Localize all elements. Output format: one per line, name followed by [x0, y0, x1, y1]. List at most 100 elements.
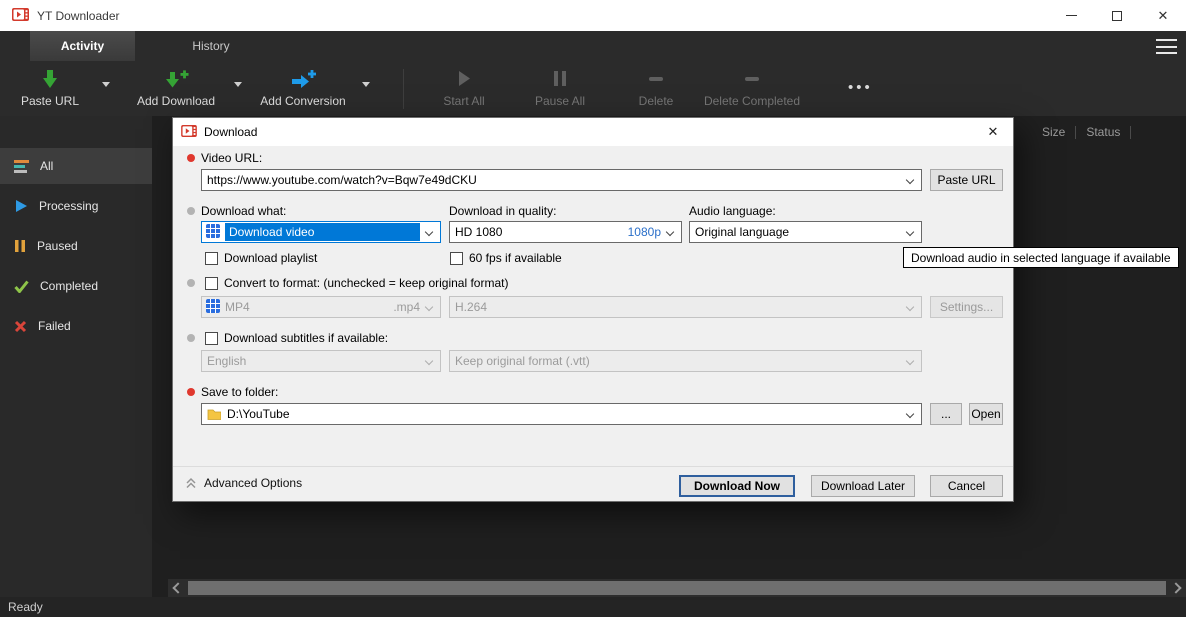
download-now-button[interactable]: Download Now: [679, 475, 795, 497]
minimize-icon: [1065, 15, 1077, 16]
option-bullet: [187, 207, 195, 215]
dialog-logo-icon: [181, 124, 197, 140]
dialog-paste-url-button[interactable]: Paste URL: [930, 169, 1003, 191]
close-icon: ✕: [1157, 8, 1169, 23]
chevron-down-icon: [424, 302, 434, 312]
convert-format-combobox[interactable]: MP4 .mp4: [201, 296, 441, 318]
checkbox-icon: [205, 331, 218, 345]
toolbar-button-delete-completed[interactable]: Delete Completed: [697, 66, 807, 112]
advanced-options-toggle[interactable]: Advanced Options: [185, 476, 302, 490]
codec-combobox[interactable]: H.264: [449, 296, 922, 318]
quality-badge: 1080p: [627, 225, 661, 239]
video-format-icon: [206, 223, 220, 241]
download-what-label: Download what:: [201, 204, 287, 218]
chevron-down-icon: [424, 356, 434, 366]
sidebar-item-paused[interactable]: Paused: [0, 228, 152, 264]
quality-label: Download in quality:: [449, 204, 557, 218]
convert-format-checkbox[interactable]: Convert to format: (unchecked = keep ori…: [205, 276, 508, 290]
window-title: YT Downloader: [37, 8, 120, 23]
audio-language-label: Audio language:: [689, 204, 776, 218]
audio-language-combobox[interactable]: Original language: [689, 221, 922, 243]
list-column-headers: Size Status: [1032, 125, 1132, 139]
toolbar-button-pause-all[interactable]: Pause All: [520, 66, 600, 112]
toolbar-button-start-all[interactable]: Start All: [424, 66, 504, 112]
column-header-size[interactable]: Size: [1032, 125, 1075, 139]
chevron-down-icon: [905, 409, 915, 419]
download-playlist-checkbox[interactable]: Download playlist: [205, 251, 317, 265]
option-bullet: [187, 334, 195, 342]
chevron-up-double-icon: [185, 477, 197, 489]
cancel-button[interactable]: Cancel: [930, 475, 1003, 497]
checkbox-icon: [450, 251, 463, 265]
download-later-button[interactable]: Download Later: [811, 475, 915, 497]
format-extension: .mp4: [393, 300, 420, 314]
quality-combobox[interactable]: HD 1080 1080p: [449, 221, 682, 243]
horizontal-scrollbar[interactable]: [168, 579, 1186, 597]
window-titlebar: YT Downloader ✕: [0, 0, 1186, 31]
sidebar-item-failed[interactable]: Failed: [0, 308, 152, 344]
failed-x-icon: [14, 320, 27, 332]
open-folder-button[interactable]: Open: [969, 403, 1003, 425]
chevron-down-icon: [424, 227, 434, 237]
tooltip: Download audio in selected language if a…: [903, 247, 1179, 268]
paste-url-dropdown-chevron-icon[interactable]: [102, 82, 110, 87]
settings-button[interactable]: Settings...: [930, 296, 1003, 318]
add-conversion-dropdown-chevron-icon[interactable]: [362, 82, 370, 87]
window-close-button[interactable]: ✕: [1140, 0, 1186, 31]
delete-icon: [647, 69, 665, 91]
chevron-down-icon: [905, 302, 915, 312]
column-separator: [1130, 125, 1132, 139]
sidebar-item-processing[interactable]: Processing: [0, 188, 152, 224]
tab-history[interactable]: History: [150, 31, 272, 61]
subtitle-format-combobox[interactable]: Keep original format (.vtt): [449, 350, 922, 372]
checkbox-icon: [205, 276, 218, 290]
tooltip-text: Download audio in selected language if a…: [911, 250, 1171, 265]
status-text: Ready: [8, 600, 43, 614]
checkbox-icon: [205, 251, 218, 265]
toolbar-button-add-download[interactable]: Add Download: [130, 66, 222, 112]
save-folder-input[interactable]: [227, 405, 901, 423]
dialog-close-button[interactable]: ✕: [973, 118, 1013, 146]
fps60-checkbox[interactable]: 60 fps if available: [450, 251, 562, 265]
all-filter-icon: [14, 159, 29, 173]
scroll-left-arrow-icon[interactable]: [172, 582, 184, 594]
column-header-status[interactable]: Status: [1076, 125, 1130, 139]
video-url-input[interactable]: [207, 171, 901, 189]
toolbar-button-delete[interactable]: Delete: [621, 66, 691, 112]
hamburger-menu-icon[interactable]: [1156, 39, 1177, 54]
main-toolbar: Paste URL Add Download Add Conversion St…: [0, 61, 1186, 116]
add-conversion-icon: [290, 69, 317, 93]
dialog-title: Download: [204, 125, 258, 139]
subtitle-language-combobox[interactable]: English: [201, 350, 441, 372]
sidebar-item-completed[interactable]: Completed: [0, 268, 152, 304]
app-window: YT Downloader ✕ Activity History Paste U…: [0, 0, 1186, 617]
scroll-right-arrow-icon[interactable]: [1170, 582, 1182, 594]
chevron-down-icon: [905, 356, 915, 366]
toolbar-button-paste-url[interactable]: Paste URL: [10, 66, 90, 112]
toolbar-button-add-conversion[interactable]: Add Conversion: [255, 66, 351, 112]
folder-icon: [207, 408, 221, 420]
scrollbar-thumb[interactable]: [188, 581, 1166, 595]
close-icon: ✕: [987, 124, 999, 139]
minimize-button[interactable]: [1048, 0, 1094, 31]
pause-all-icon: [552, 69, 568, 91]
processing-icon: [16, 200, 27, 212]
video-url-combobox[interactable]: [201, 169, 922, 191]
option-bullet: [187, 279, 195, 287]
download-subtitles-checkbox[interactable]: Download subtitles if available:: [205, 331, 388, 345]
maximize-button[interactable]: [1094, 0, 1140, 31]
tab-activity[interactable]: Activity: [30, 31, 135, 61]
chevron-down-icon: [905, 175, 915, 185]
add-download-dropdown-chevron-icon[interactable]: [234, 82, 242, 87]
save-folder-label: Save to folder:: [201, 385, 279, 399]
sidebar-item-all[interactable]: All: [0, 148, 152, 184]
browse-folder-button[interactable]: ...: [930, 403, 962, 425]
download-dialog: Download ✕ Video URL: Paste URL Download…: [172, 117, 1014, 502]
filter-sidebar: All Processing Paused Completed Failed: [0, 116, 152, 597]
save-folder-combobox[interactable]: [201, 403, 922, 425]
more-options-icon[interactable]: •••: [848, 79, 873, 96]
download-what-combobox[interactable]: Download video: [201, 221, 441, 243]
required-bullet: [187, 154, 195, 162]
dialog-titlebar: Download ✕: [173, 118, 1013, 146]
selected-option: Download video: [225, 223, 420, 241]
